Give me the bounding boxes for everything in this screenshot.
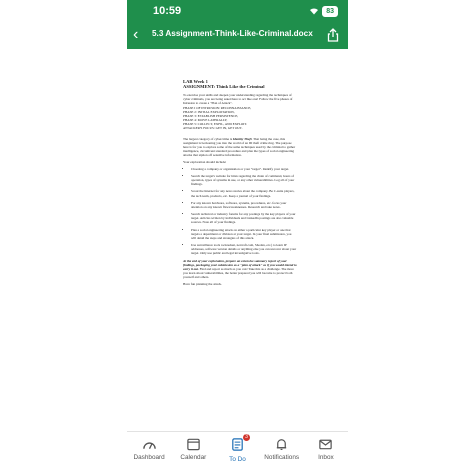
tab-inbox[interactable]: Inbox [304, 432, 348, 474]
dashboard-icon [142, 442, 156, 449]
intro-paragraph: To exercise your skills and deepen your … [183, 92, 293, 105]
list-item: Use surveillance tools rockreduat, netcr… [191, 243, 297, 255]
document-viewer[interactable]: LAB Week 1 ASSIGNMENT: Think Like the Cr… [127, 49, 348, 431]
tab-label: Inbox [318, 454, 334, 461]
identity-theft-paragraph: The largest category of cybercrime is Id… [183, 137, 297, 157]
list-item: Plan a social engineering attack on eith… [191, 228, 297, 240]
document-title: 5.3 Assignment-Think-Like-Criminal.docx [152, 29, 313, 38]
tab-calendar[interactable]: Calendar [171, 432, 215, 474]
bell-icon [277, 439, 287, 451]
status-time: 10:59 [153, 5, 182, 17]
list-item: Search technical or industry forums for … [191, 212, 297, 224]
todo-icon-wrap: 3 [230, 434, 250, 456]
closing-rest: Find and report as much as you can! Take… [183, 266, 294, 279]
nav-row: ‹ 5.3 Assignment-Think-Like-Criminal.doc… [127, 25, 348, 47]
document-page: LAB Week 1 ASSIGNMENT: Think Like the Cr… [183, 79, 297, 288]
should-include: Your exploration should include: [183, 159, 227, 164]
list-item: Search the target's website for hints re… [191, 174, 297, 186]
tab-label: Calendar [180, 454, 207, 461]
signoff: Have fun planning the attack. [183, 281, 222, 286]
tab-label: Notifications [264, 454, 300, 461]
bottom-tab-bar: Dashboard Calendar 3 To Do Notifications… [127, 431, 348, 474]
battery-indicator: 83 [322, 6, 338, 17]
phase-line: ATTACKER'S FOCUS: GET IN, GET OUT. [183, 126, 243, 130]
list-item: Scour the Internet for any news stories … [191, 189, 297, 197]
share-icon[interactable] [327, 28, 339, 42]
calendar-icon [187, 438, 200, 451]
back-chevron-icon[interactable]: ‹ [133, 25, 138, 45]
list-item: For any known hardware, software, system… [191, 201, 297, 209]
todo-badge: 3 [243, 434, 250, 441]
tab-label: Dashboard [133, 454, 165, 461]
assignment-title: ASSIGNMENT: Think Like the Criminal [183, 84, 265, 90]
closing-paragraph: At the end of your exploration, prepare … [183, 259, 297, 279]
tab-label: To Do [229, 456, 246, 463]
phone-screen: 10:59 83 ‹ 5.3 Assignment-Think-Like-Cri… [127, 0, 348, 474]
tab-notifications[interactable]: Notifications [260, 432, 304, 474]
inbox-icon [319, 439, 333, 450]
phases-list: PHASE I OF INTRUSION: RECONNAISSANCE, PH… [183, 107, 297, 130]
wifi-icon [309, 7, 319, 17]
status-icons: 83 [309, 6, 338, 17]
list-item: Choosing a company or organization or yo… [191, 167, 297, 171]
tab-dashboard[interactable]: Dashboard [127, 432, 171, 474]
app-header: 10:59 83 ‹ 5.3 Assignment-Think-Like-Cri… [127, 0, 348, 49]
bullet-list: Choosing a company or organization or yo… [183, 167, 297, 256]
tab-todo[interactable]: 3 To Do [215, 432, 259, 474]
